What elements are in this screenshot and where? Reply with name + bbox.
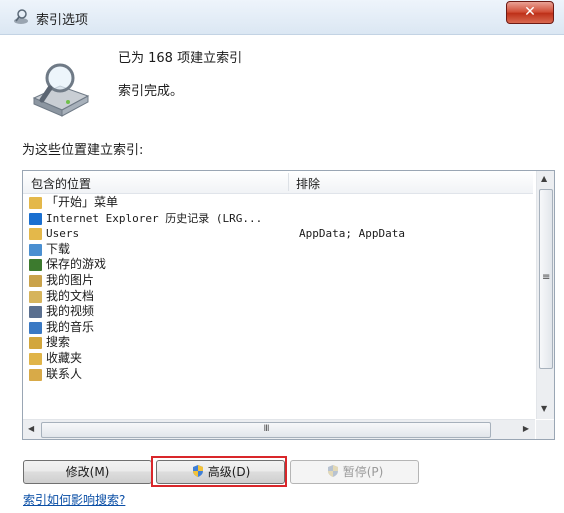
indexing-options-icon <box>12 8 30 26</box>
location-name: 我的音乐 <box>46 319 95 334</box>
list-item[interactable]: 联系人 <box>27 367 532 383</box>
location-name: 我的文档 <box>46 288 95 303</box>
indexed-locations-list[interactable]: 包含的位置 排除 「开始」菜单 Internet Explorer 历史记录 (… <box>22 170 555 440</box>
close-button[interactable]: ✕ <box>506 1 554 24</box>
list-item[interactable]: 搜索 <box>27 335 532 351</box>
location-name: 联系人 <box>46 366 83 381</box>
scroll-down-icon[interactable]: ▼ <box>541 404 547 413</box>
downloads-folder-icon <box>29 243 42 256</box>
ie-icon <box>29 212 42 225</box>
location-name: Users <box>46 227 80 241</box>
location-name: 我的图片 <box>46 272 95 287</box>
scroll-left-icon[interactable]: ◀ <box>28 424 34 433</box>
location-name: 搜索 <box>46 335 71 350</box>
videos-folder-icon <box>29 306 42 319</box>
list-item[interactable]: 保存的游戏 <box>27 257 532 273</box>
location-exclusions: AppData; AppData <box>299 227 405 241</box>
column-header-excluded[interactable]: 排除 <box>296 175 320 192</box>
locations-section-label: 为这些位置建立索引: <box>22 143 144 158</box>
close-icon: ✕ <box>524 4 536 20</box>
folder-icon <box>29 228 42 241</box>
folder-icon <box>29 197 42 209</box>
list-item[interactable]: 收藏夹 <box>27 351 532 367</box>
list-item[interactable]: 我的文档 <box>27 289 532 305</box>
pause-button-label: 暂停(P) <box>342 465 384 479</box>
contacts-folder-icon <box>29 368 42 381</box>
location-name: Internet Explorer 历史记录 (LRG... <box>46 211 263 225</box>
grip-icon: III <box>263 424 270 434</box>
list-item[interactable]: 我的视频 <box>27 304 532 320</box>
scrollbar-corner <box>536 420 554 439</box>
list-item[interactable]: Users AppData; AppData <box>27 226 532 242</box>
column-separator[interactable] <box>288 173 289 191</box>
documents-folder-icon <box>29 290 42 303</box>
window-title: 索引选项 <box>36 13 89 28</box>
horizontal-scrollbar[interactable]: ◀ III ▶ <box>23 419 535 439</box>
list-item[interactable]: 我的图片 <box>27 273 532 289</box>
scroll-up-icon[interactable]: ▲ <box>541 174 547 183</box>
pictures-folder-icon <box>29 274 42 287</box>
vertical-scroll-thumb[interactable]: ≡ <box>539 189 553 369</box>
pause-button: 暂停(P) <box>290 460 419 484</box>
list-item[interactable]: 「开始」菜单 <box>27 195 532 211</box>
index-count-text: 已为 168 项建立索引 <box>118 51 243 66</box>
favorites-folder-icon <box>29 352 42 365</box>
location-name: 收藏夹 <box>46 350 83 365</box>
list-item[interactable]: Internet Explorer 历史记录 (LRG... <box>27 211 532 227</box>
title-bar[interactable]: 索引选项 ✕ <box>0 0 564 35</box>
list-header: 包含的位置 排除 <box>23 171 533 194</box>
highlight-annotation <box>151 456 287 487</box>
column-header-included[interactable]: 包含的位置 <box>31 175 91 192</box>
index-status-text: 索引完成。 <box>118 84 184 99</box>
grip-icon: ≡ <box>542 272 551 283</box>
location-name: 「开始」菜单 <box>46 195 119 209</box>
searches-folder-icon <box>29 337 42 350</box>
saved-games-icon <box>29 259 42 272</box>
music-folder-icon <box>29 321 42 334</box>
shield-icon <box>326 463 340 477</box>
list-item[interactable]: 下载 <box>27 242 532 258</box>
location-name: 下载 <box>46 241 71 256</box>
vertical-scrollbar[interactable]: ▲ ≡ ▼ <box>536 171 554 419</box>
scroll-right-icon[interactable]: ▶ <box>523 424 529 433</box>
indexed-drive-icon <box>30 62 92 118</box>
list-rows: 「开始」菜单 Internet Explorer 历史记录 (LRG... Us… <box>27 195 532 382</box>
location-name: 保存的游戏 <box>46 257 107 272</box>
help-link[interactable]: 索引如何影响搜索? <box>23 491 125 508</box>
location-name: 我的视频 <box>46 304 95 319</box>
horizontal-scroll-thumb[interactable]: III <box>41 422 491 438</box>
list-item[interactable]: 我的音乐 <box>27 320 532 336</box>
modify-button[interactable]: 修改(M) <box>23 460 152 484</box>
